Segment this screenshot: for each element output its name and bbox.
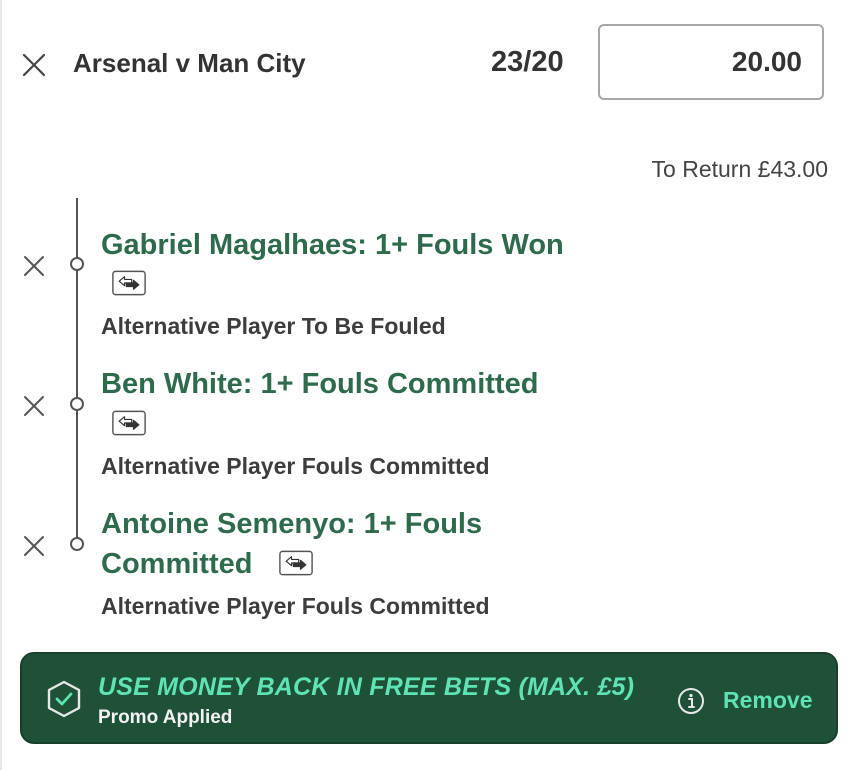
promo-banner: USE MONEY BACK IN FREE BETS (MAX. £5) Pr… <box>20 652 838 744</box>
leg-selection-title-line2: Committed <box>101 548 253 580</box>
swap-selection-icon[interactable] <box>112 270 146 296</box>
info-icon[interactable] <box>677 687 705 720</box>
timeline-node <box>70 257 84 271</box>
swap-selection-icon[interactable] <box>112 410 146 436</box>
promo-title: USE MONEY BACK IN FREE BETS (MAX. £5) <box>98 673 635 701</box>
leg-market-name: Alternative Player Fouls Committed <box>101 593 490 619</box>
stake-input[interactable] <box>600 26 822 98</box>
close-icon[interactable] <box>22 534 48 560</box>
bet-slip-header: Arsenal v Man City 23/20 <box>0 0 858 130</box>
shield-check-icon <box>44 679 84 724</box>
leg-selection-title: Gabriel Magalhaes: 1+ Fouls Won <box>101 229 564 261</box>
leg-market-name: Alternative Player Fouls Committed <box>101 453 490 479</box>
promo-status: Promo Applied <box>98 707 233 728</box>
timeline-node <box>70 537 84 551</box>
leg-selection-title-line1: Antoine Semenyo: 1+ Fouls <box>101 508 483 540</box>
timeline-node <box>70 397 84 411</box>
leg-market-name: Alternative Player To Be Fouled <box>101 313 446 339</box>
timeline-line <box>76 198 78 546</box>
leg-selection-title: Ben White: 1+ Fouls Committed <box>101 368 539 400</box>
remove-promo-button[interactable]: Remove <box>723 687 812 714</box>
match-title: Arsenal v Man City <box>73 48 306 78</box>
to-return-text: To Return £43.00 <box>651 156 828 182</box>
odds-value: 23/20 <box>491 46 564 78</box>
close-icon[interactable] <box>22 394 48 420</box>
stake-field[interactable] <box>598 24 824 100</box>
swap-selection-icon[interactable] <box>279 550 313 576</box>
close-icon[interactable] <box>22 254 48 280</box>
close-icon[interactable] <box>21 52 47 78</box>
